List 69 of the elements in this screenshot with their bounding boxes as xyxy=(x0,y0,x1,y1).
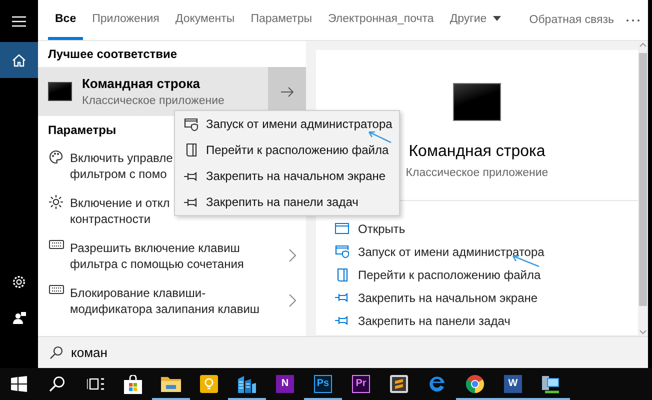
app-subtitle: Классическое приложение xyxy=(406,167,548,179)
feedback-link[interactable]: Обратная связь xyxy=(523,0,620,40)
pin-icon xyxy=(184,172,198,180)
photoshop-icon: Ps xyxy=(314,375,332,393)
shield-window-icon xyxy=(334,245,350,258)
document-icon xyxy=(186,143,196,157)
terminal-icon xyxy=(453,83,501,121)
menu-item[interactable]: Закрепить на начальном экране xyxy=(175,163,399,189)
settings-result[interactable]: Разрешить включение клавиш фильтра с помощью сочетания xyxy=(70,240,283,272)
pin-icon xyxy=(184,198,198,206)
menu-icon xyxy=(12,16,26,26)
shield-window-icon xyxy=(184,118,198,130)
search-icon xyxy=(50,346,63,359)
app-subtitle: Классическое приложение xyxy=(82,95,224,107)
taskbar-button[interactable]: Ps xyxy=(304,368,342,400)
window-icon xyxy=(335,223,349,234)
folder-icon xyxy=(161,376,181,392)
action-link[interactable]: Открыть xyxy=(358,222,406,236)
word-icon: W xyxy=(504,375,522,393)
buildings-icon xyxy=(237,375,257,393)
home-button[interactable] xyxy=(0,42,38,78)
tab[interactable]: Другие xyxy=(442,0,508,40)
section-heading: Лучшее соответствие xyxy=(48,46,178,63)
app-title: Командная строка xyxy=(408,143,546,161)
edge-icon xyxy=(428,375,446,393)
sun-icon xyxy=(49,195,63,209)
computer-network-icon xyxy=(541,374,561,394)
action-link[interactable]: Закрепить на панели задач xyxy=(358,314,510,328)
search-field[interactable]: коман xyxy=(71,340,636,364)
lightbulb-icon xyxy=(200,375,218,393)
taskbar-button[interactable]: Pr xyxy=(342,368,380,400)
pin-icon xyxy=(334,316,350,325)
tab[interactable]: Документы xyxy=(168,0,242,40)
section-heading: Параметры xyxy=(48,122,116,138)
task-view-icon xyxy=(86,377,104,391)
onenote-icon: N xyxy=(276,375,294,393)
search-icon xyxy=(49,376,65,392)
action-link[interactable]: Запуск от имени администратора xyxy=(358,244,544,258)
document-icon xyxy=(336,268,348,282)
app-title: Командная строка xyxy=(82,76,201,91)
settings-icon xyxy=(12,275,26,289)
menu-item[interactable]: Закрепить на панели задач xyxy=(175,189,399,215)
premiere-icon: Pr xyxy=(352,375,370,393)
shopping-bag-icon xyxy=(124,374,142,394)
tab[interactable]: Параметры xyxy=(244,0,319,40)
terminal-icon xyxy=(48,82,72,101)
chevron-icon[interactable] xyxy=(289,249,296,262)
settings-result[interactable]: Блокирование клавиши- модификатора залипания клавиш xyxy=(70,284,283,316)
menu-item[interactable]: Перейти к расположению файла xyxy=(175,137,399,163)
more-icon[interactable] xyxy=(626,18,640,22)
annotation-arrow xyxy=(368,131,392,143)
home-icon xyxy=(12,54,26,66)
keyboard-icon xyxy=(48,240,64,249)
keyboard-icon xyxy=(48,285,64,294)
windows-start-icon xyxy=(11,376,27,392)
sublime-icon xyxy=(390,375,408,393)
taskbar-button[interactable]: W xyxy=(494,368,532,400)
tab[interactable]: Приложения xyxy=(85,0,166,40)
taskbar-button[interactable]: N xyxy=(266,368,304,400)
chevron-icon[interactable] xyxy=(289,294,296,307)
pin-icon xyxy=(334,293,350,302)
action-link[interactable]: Закрепить на начальном экране xyxy=(358,290,538,304)
arrow-icon xyxy=(280,86,294,96)
action-link[interactable]: Перейти к расположению файла xyxy=(358,268,541,282)
best-match-item[interactable]: Командная строка Классическое приложение xyxy=(38,67,268,116)
palette-icon xyxy=(49,150,63,164)
chrome-icon xyxy=(466,375,484,393)
user-icon xyxy=(12,311,26,325)
tab[interactable]: Электронная_почта xyxy=(321,0,441,40)
